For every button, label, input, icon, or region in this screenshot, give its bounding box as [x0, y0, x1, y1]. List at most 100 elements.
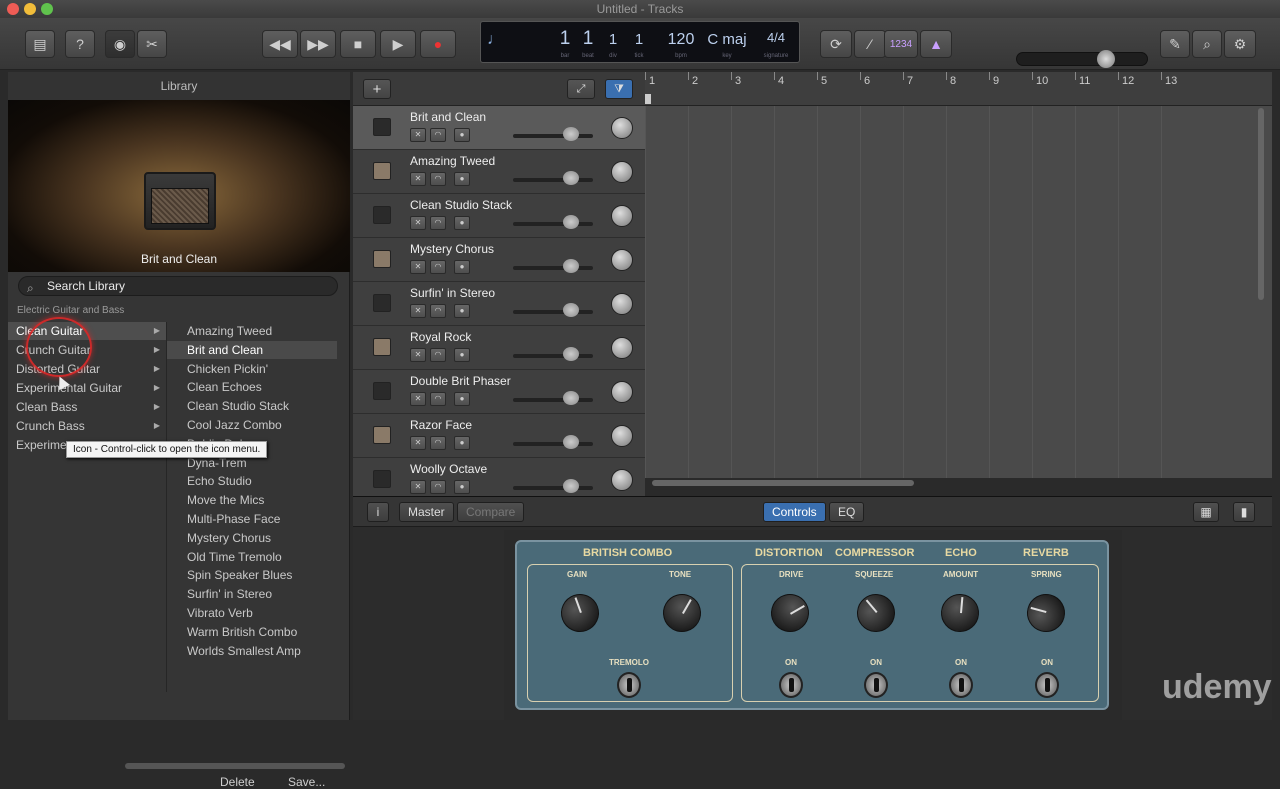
patch-preview[interactable]: Brit and Clean [8, 100, 350, 272]
preset-item[interactable]: Move the Mics [167, 491, 337, 509]
track-volume-slider[interactable] [513, 222, 593, 226]
track-volume-thumb[interactable] [563, 303, 579, 317]
track-amp-icon[interactable] [373, 382, 391, 400]
track-amp-icon[interactable] [373, 162, 391, 180]
track-volume-slider[interactable] [513, 442, 593, 446]
track-pan-knob[interactable] [611, 117, 633, 139]
amp-image-icon[interactable] [144, 172, 216, 230]
solo-button[interactable]: ◠ [430, 480, 446, 494]
preset-item[interactable]: Brit and Clean [167, 340, 337, 359]
preset-item[interactable]: Amazing Tweed [167, 322, 337, 340]
library-button[interactable]: ▤ [25, 30, 55, 58]
preset-item[interactable]: Old Time Tremolo [167, 548, 337, 566]
track-pan-knob[interactable] [611, 161, 633, 183]
input-monitor-button[interactable]: ● [454, 348, 470, 362]
solo-button[interactable]: ◠ [430, 304, 446, 318]
fast-forward-button[interactable]: ▶▶ [300, 30, 336, 58]
track-volume-thumb[interactable] [563, 127, 579, 141]
input-monitor-button[interactable]: ● [454, 216, 470, 230]
mute-button[interactable]: ✕ [410, 128, 426, 142]
track-header[interactable]: Razor Face ✕ ◠ ● [353, 414, 645, 458]
track-amp-icon[interactable] [373, 250, 391, 268]
solo-button[interactable]: ◠ [430, 172, 446, 186]
preset-item[interactable]: Vibrato Verb [167, 604, 337, 622]
track-name[interactable]: Brit and Clean [410, 110, 486, 124]
track-name[interactable]: Woolly Octave [410, 462, 487, 476]
solo-button[interactable]: ◠ [430, 392, 446, 406]
track-volume-thumb[interactable] [563, 435, 579, 449]
solo-button[interactable]: ◠ [430, 436, 446, 450]
track-pan-knob[interactable] [611, 425, 633, 447]
input-monitor-button[interactable]: ● [454, 480, 470, 494]
input-monitor-button[interactable]: ● [454, 260, 470, 274]
track-pan-knob[interactable] [611, 469, 633, 491]
lcd-signature[interactable]: 4/4 [757, 30, 795, 45]
volume-thumb[interactable] [1097, 50, 1115, 68]
play-button[interactable]: ▶ [380, 30, 416, 58]
editors-button[interactable]: ✂ [137, 30, 167, 58]
master-button[interactable]: Master [399, 502, 454, 522]
track-volume-thumb[interactable] [563, 259, 579, 273]
preset-item[interactable]: Clean Studio Stack [167, 397, 337, 415]
track-header[interactable]: Brit and Clean ✕ ◠ ● [353, 106, 645, 150]
cycle-button[interactable]: ⟳ [820, 30, 852, 58]
track-header[interactable]: Amazing Tweed ✕ ◠ ● [353, 150, 645, 194]
track-volume-thumb[interactable] [563, 215, 579, 229]
track-volume-slider[interactable] [513, 266, 593, 270]
compare-button[interactable]: Compare [457, 502, 525, 522]
lcd-key[interactable]: C maj [707, 31, 747, 48]
track-amp-icon[interactable] [373, 206, 391, 224]
track-volume-thumb[interactable] [563, 347, 579, 361]
mute-button[interactable]: ✕ [410, 216, 426, 230]
input-monitor-button[interactable]: ● [454, 436, 470, 450]
save-button[interactable]: Save... [288, 775, 325, 789]
input-monitor-button[interactable]: ● [454, 172, 470, 186]
tremolo-switch[interactable] [617, 672, 641, 698]
record-button[interactable]: ● [420, 30, 456, 58]
search-input[interactable]: ⌕ Search Library [18, 276, 338, 296]
track-pan-knob[interactable] [611, 293, 633, 315]
track-volume-slider[interactable] [513, 178, 593, 182]
track-volume-slider[interactable] [513, 310, 593, 314]
add-track-button[interactable]: + [363, 79, 391, 99]
preset-item[interactable]: Worlds Smallest Amp [167, 642, 337, 660]
track-name[interactable]: Amazing Tweed [410, 154, 495, 168]
solo-button[interactable]: ◠ [430, 216, 446, 230]
track-name[interactable]: Surfin' in Stereo [410, 286, 495, 300]
preset-item[interactable]: Chicken Pickin' [167, 360, 337, 378]
mute-button[interactable]: ✕ [410, 392, 426, 406]
tuner-button[interactable]: ⁄ [854, 30, 886, 58]
track-volume-slider[interactable] [513, 486, 593, 490]
preset-item[interactable]: Spin Speaker Blues [167, 566, 337, 584]
solo-button[interactable]: ◠ [430, 260, 446, 274]
track-amp-icon[interactable] [373, 426, 391, 444]
breadcrumb[interactable]: Electric Guitar and Bass [17, 305, 124, 316]
input-monitor-button[interactable]: ● [454, 128, 470, 142]
track-header[interactable]: Royal Rock ✕ ◠ ● [353, 326, 645, 370]
track-header[interactable]: Clean Studio Stack ✕ ◠ ● [353, 194, 645, 238]
quick-help-button[interactable]: ? [65, 30, 95, 58]
notepad-button[interactable]: ✎ [1160, 30, 1190, 58]
track-amp-icon[interactable] [373, 118, 391, 136]
ruler[interactable]: 1 2 3 4 5 6 7 8 9 10 11 12 13 [645, 72, 1272, 106]
catch-playhead-button[interactable]: ⧩ [605, 79, 633, 99]
preset-item[interactable]: Cool Jazz Combo [167, 416, 337, 434]
tracks-area[interactable]: 1 2 3 4 5 6 7 8 9 10 11 12 13 [645, 72, 1272, 478]
solo-button[interactable]: ◠ [430, 348, 446, 362]
input-monitor-button[interactable]: ● [454, 304, 470, 318]
inspector-button[interactable]: ▦ [1193, 502, 1219, 522]
track-amp-icon[interactable] [373, 470, 391, 488]
library-scrollbar[interactable] [125, 763, 345, 769]
track-name[interactable]: Royal Rock [410, 330, 471, 344]
mute-button[interactable]: ✕ [410, 172, 426, 186]
tab-eq[interactable]: EQ [829, 502, 865, 522]
track-volume-slider[interactable] [513, 398, 593, 402]
track-amp-icon[interactable] [373, 294, 391, 312]
track-name[interactable]: Double Brit Phaser [410, 374, 511, 388]
track-header[interactable]: Double Brit Phaser ✕ ◠ ● [353, 370, 645, 414]
delete-button[interactable]: Delete [220, 775, 255, 789]
mute-button[interactable]: ✕ [410, 480, 426, 494]
reverb-switch[interactable] [1035, 672, 1059, 698]
smart-controls-button[interactable]: ◉ [105, 30, 135, 58]
tab-controls[interactable]: Controls [763, 502, 826, 522]
